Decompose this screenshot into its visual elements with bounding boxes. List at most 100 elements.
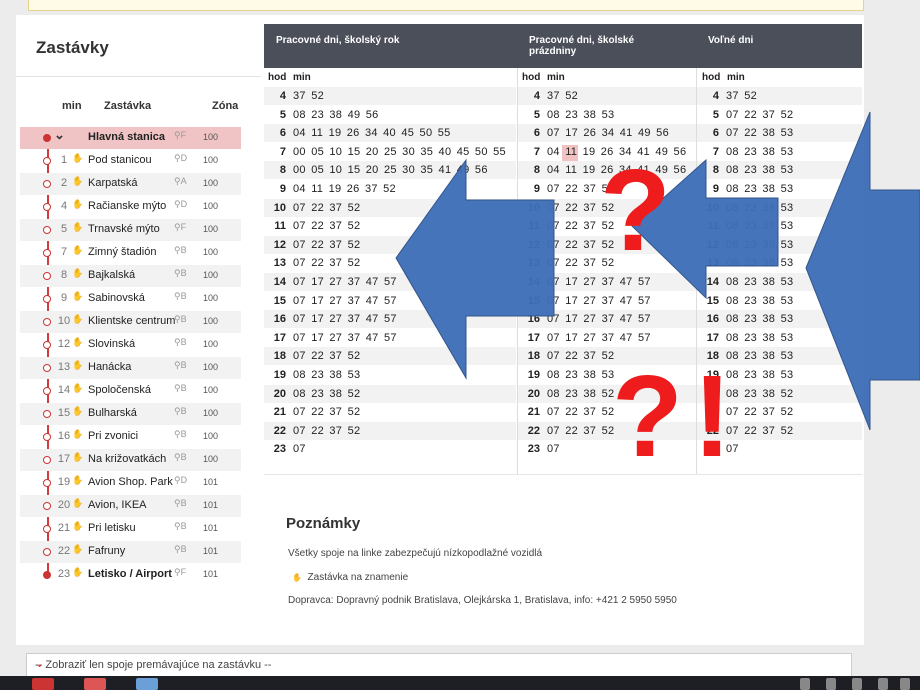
minutes[interactable]: 07 22 37 52 — [293, 406, 360, 418]
minutes[interactable]: 07 22 37 52 — [293, 425, 360, 437]
stop-name[interactable]: Trnavské mýto — [88, 223, 160, 235]
chrome-icon[interactable] — [32, 678, 54, 690]
stop-name[interactable]: Račianske mýto — [88, 200, 166, 212]
minutes[interactable]: 07 22 38 53 — [726, 127, 793, 139]
app-icon[interactable] — [136, 678, 158, 690]
minutes[interactable]: 04 11 19 26 37 52 — [293, 183, 396, 195]
minutes[interactable]: 04 11 19 26 34 41 49 56 — [547, 146, 686, 158]
tray-icon[interactable] — [800, 678, 810, 690]
minutes[interactable]: 07 — [726, 443, 739, 455]
stop-name[interactable]: Pod stanicou — [88, 154, 152, 166]
minutes[interactable]: 08 23 38 53 — [726, 220, 793, 232]
minutes[interactable]: 04 11 19 26 34 40 45 50 55 — [293, 127, 451, 139]
minutes[interactable]: 08 23 38 49 56 — [293, 109, 379, 121]
minutes[interactable]: 08 23 38 53 — [726, 369, 793, 381]
minutes[interactable]: 07 22 37 52 — [547, 220, 614, 232]
stop-name[interactable]: Avion, IKEA — [88, 499, 147, 511]
stop-row[interactable]: 13 ✋ Hanácka ⚲B 100 — [20, 357, 241, 379]
stop-row[interactable]: 2 ✋ Karpatská ⚲A 100 — [20, 173, 241, 195]
stop-name[interactable]: Hanácka — [88, 361, 131, 373]
stop-name[interactable]: Klientske centrum — [88, 315, 175, 327]
minutes[interactable]: 07 17 26 34 41 49 56 — [547, 127, 669, 139]
minutes[interactable]: 07 22 37 52 — [293, 257, 360, 269]
minutes[interactable]: 08 23 38 53 — [293, 369, 360, 381]
minutes[interactable]: 07 22 37 52 — [293, 220, 360, 232]
stop-row[interactable]: 15 ✋ Bulharská ⚲B 100 — [20, 403, 241, 425]
stop-row[interactable]: 5 ✋ Trnavské mýto ⚲F 100 — [20, 219, 241, 241]
minutes[interactable]: 07 22 37 52 — [293, 350, 360, 362]
minutes[interactable]: 07 17 27 37 47 57 — [547, 332, 651, 344]
minutes[interactable]: 07 17 27 37 47 57 — [547, 313, 651, 325]
minutes[interactable]: 07 17 27 37 47 57 — [547, 295, 651, 307]
stop-row[interactable]: 17 ✋ Na križovatkách ⚲B 100 — [20, 449, 241, 471]
tray-icon[interactable] — [826, 678, 836, 690]
minutes[interactable]: 00 05 10 15 20 25 30 35 41 49 56 — [293, 164, 488, 176]
minutes[interactable]: 08 23 38 53 — [726, 257, 793, 269]
chevron-down-icon[interactable]: ⌄ — [35, 657, 843, 670]
stop-row[interactable]: ⌄ Hlavná stanica ⚲F 100 — [20, 127, 241, 149]
app-icon[interactable] — [84, 678, 106, 690]
stop-row[interactable]: 9 ✋ Sabinovská ⚲B 100 — [20, 288, 241, 310]
minutes[interactable]: 08 23 38 52 — [293, 388, 360, 400]
stop-row[interactable]: 16 ✋ Pri zvonici ⚲B 100 — [20, 426, 241, 448]
minutes[interactable]: 08 23 38 53 — [726, 350, 793, 362]
chevron-down-icon[interactable]: ⌄ — [54, 127, 65, 143]
stop-row[interactable]: 23 ✋ Letisko / Airport ⚲F 101 — [20, 564, 241, 586]
stop-row[interactable]: 19 ✋ Avion Shop. Park ⚲D 101 — [20, 472, 241, 494]
minutes[interactable]: 08 23 38 53 — [726, 295, 793, 307]
minutes[interactable]: 08 23 38 53 — [726, 276, 793, 288]
minutes[interactable]: 07 22 37 52 — [726, 109, 793, 121]
minutes[interactable]: 07 22 37 52 — [726, 425, 793, 437]
stop-name[interactable]: Fafruny — [88, 545, 125, 557]
minutes[interactable]: 07 17 27 37 47 57 — [293, 313, 397, 325]
minutes[interactable]: 37 52 — [726, 90, 757, 102]
tray-icon[interactable] — [852, 678, 862, 690]
stop-row[interactable]: 14 ✋ Spoločenská ⚲B 100 — [20, 380, 241, 402]
minutes[interactable]: 07 22 37 52 — [547, 239, 614, 251]
minutes[interactable]: 07 22 37 52 — [547, 202, 614, 214]
minutes[interactable]: 08 23 38 52 — [547, 388, 614, 400]
stop-row[interactable]: 21 ✋ Pri letisku ⚲B 101 — [20, 518, 241, 540]
minutes[interactable]: 07 22 37 52 — [293, 202, 360, 214]
stop-name[interactable]: Hlavná stanica — [88, 131, 165, 143]
minutes[interactable]: 07 22 37 52 — [726, 406, 793, 418]
stop-name[interactable]: Letisko / Airport — [88, 568, 172, 580]
stop-row[interactable]: 20 ✋ Avion, IKEA ⚲B 101 — [20, 495, 241, 517]
stop-row[interactable]: 12 ✋ Slovinská ⚲B 100 — [20, 334, 241, 356]
minutes[interactable]: 08 23 38 53 — [547, 109, 614, 121]
stop-name[interactable]: Slovinská — [88, 338, 135, 350]
minutes[interactable]: 08 23 38 53 — [726, 202, 793, 214]
minutes[interactable]: 07 22 37 52 — [547, 257, 614, 269]
minutes[interactable]: 08 23 38 53 — [726, 332, 793, 344]
minutes[interactable]: 08 23 38 52 — [726, 388, 793, 400]
stop-name[interactable]: Na križovatkách — [88, 453, 166, 465]
stop-name[interactable]: Bajkalská — [88, 269, 135, 281]
minutes[interactable]: 07 17 27 37 47 57 — [547, 276, 651, 288]
minutes[interactable]: 07 22 37 52 — [547, 350, 614, 362]
minutes[interactable]: 04 11 19 26 34 41 49 56 — [547, 164, 686, 176]
stop-row[interactable]: 4 ✋ Račianske mýto ⚲D 100 — [20, 196, 241, 218]
stop-name[interactable]: Avion Shop. Park — [88, 476, 173, 488]
stop-row[interactable]: 7 ✋ Zimný štadión ⚲B 100 — [20, 242, 241, 264]
stop-name[interactable]: Pri zvonici — [88, 430, 138, 442]
minutes[interactable]: 08 23 38 53 — [726, 164, 793, 176]
minutes[interactable]: 07 — [293, 443, 306, 455]
stop-row[interactable]: 8 ✋ Bajkalská ⚲B 100 — [20, 265, 241, 287]
minutes[interactable]: 07 22 37 52 — [547, 406, 614, 418]
minutes[interactable]: 07 22 37 52 — [293, 239, 360, 251]
minutes[interactable]: 07 17 27 37 47 57 — [293, 332, 397, 344]
stop-row[interactable]: 22 ✋ Fafruny ⚲B 101 — [20, 541, 241, 563]
minutes[interactable]: 08 23 38 53 — [726, 313, 793, 325]
stop-row[interactable]: 1 ✋ Pod stanicou ⚲D 100 — [20, 150, 241, 172]
stop-name[interactable]: Karpatská — [88, 177, 138, 189]
stop-name[interactable]: Sabinovská — [88, 292, 145, 304]
tray-icon[interactable] — [900, 678, 910, 690]
stop-name[interactable]: Pri letisku — [88, 522, 136, 534]
stop-name[interactable]: Spoločenská — [88, 384, 151, 396]
minutes[interactable]: 07 17 27 37 47 57 — [293, 295, 397, 307]
stop-row[interactable]: 10 ✋ Klientske centrum ⚲B 100 — [20, 311, 241, 333]
minutes[interactable]: 08 23 38 53 — [726, 183, 793, 195]
minutes[interactable]: 07 22 37 52 — [547, 425, 614, 437]
tray-icon[interactable] — [878, 678, 888, 690]
stop-filter-select[interactable]: -- Zobraziť len spoje premávajúce na zas… — [26, 653, 852, 677]
